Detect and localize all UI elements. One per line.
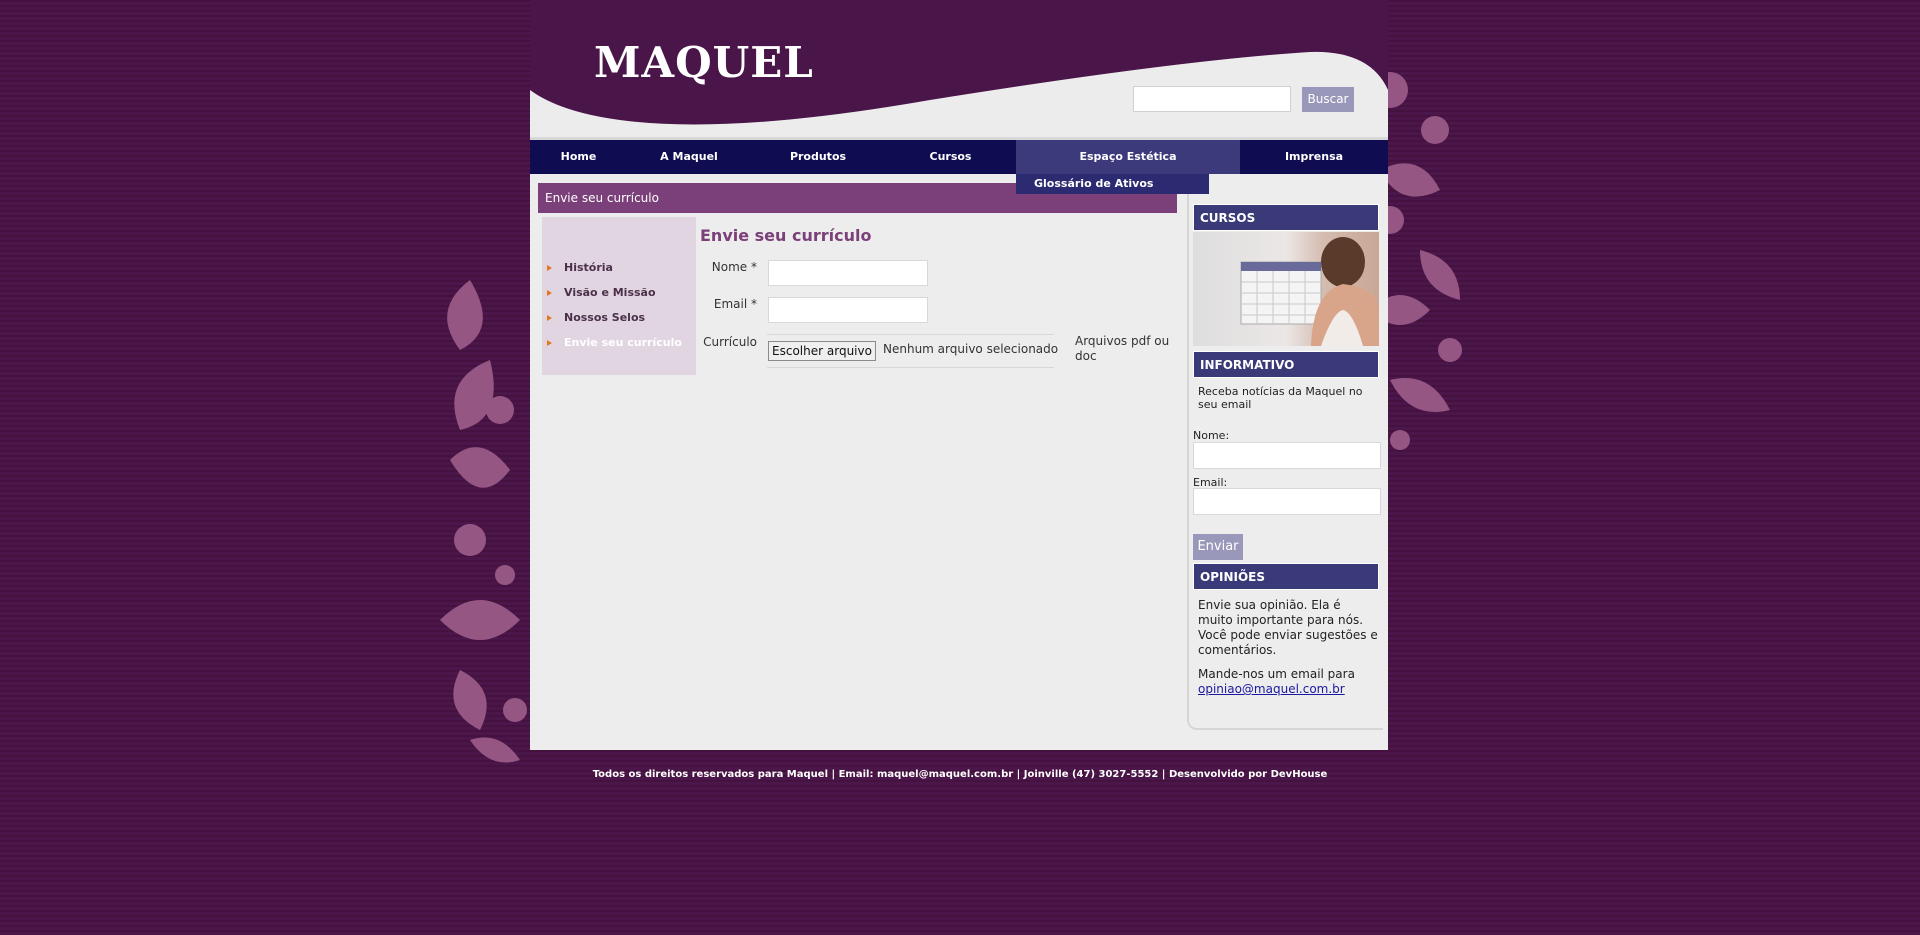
- sidebar: CURSOS INFORMATIVO Receba notícias da Ma…: [1181, 174, 1388, 750]
- nav-item-espaco-estetica[interactable]: Espaço Estética: [1016, 140, 1240, 174]
- nav-item-imprensa[interactable]: Imprensa: [1240, 140, 1388, 174]
- section-nav-item-historia[interactable]: História: [564, 261, 613, 274]
- name-label: Nome *: [711, 260, 757, 274]
- search-button[interactable]: Buscar: [1302, 87, 1354, 112]
- page-container: MAQUEL Buscar Home A Maquel Produtos Cur…: [530, 0, 1388, 750]
- cursos-banner-image[interactable]: [1193, 232, 1379, 346]
- newsletter-name-field[interactable]: [1193, 442, 1381, 469]
- bullet-icon: [547, 315, 552, 321]
- choose-file-button[interactable]: Escolher arquivo: [768, 341, 876, 361]
- newsletter-name-label: Nome:: [1193, 429, 1230, 442]
- section-nav-item-nossos-selos[interactable]: Nossos Selos: [564, 311, 645, 324]
- section-nav: História Visão e Missão Nossos Selos Env…: [542, 217, 696, 375]
- file-hint: Arquivos pdf ou doc: [1075, 334, 1170, 363]
- search-input[interactable]: [1133, 86, 1291, 112]
- file-upload-field: Escolher arquivo Nenhum arquivo selecion…: [767, 334, 1058, 368]
- email-field[interactable]: [768, 297, 928, 323]
- main-nav: Home A Maquel Produtos Cursos Espaço Est…: [530, 140, 1388, 174]
- calendar-icon: [1240, 261, 1322, 325]
- enviar-button[interactable]: Enviar: [1193, 534, 1243, 560]
- opinioes-mail-text: Mande-nos um email para: [1198, 667, 1355, 681]
- nav-item-produtos[interactable]: Produtos: [751, 140, 885, 174]
- opinioes-heading: OPINIÕES: [1193, 563, 1379, 590]
- opinioes-email-link[interactable]: opiniao@maquel.com.br: [1198, 682, 1345, 697]
- section-nav-item-visao-missao[interactable]: Visão e Missão: [564, 286, 656, 299]
- bullet-icon: [547, 340, 552, 346]
- newsletter-email-field[interactable]: [1193, 488, 1381, 515]
- form-title: Envie seu currículo: [700, 226, 872, 245]
- submenu-glossario[interactable]: Glossário de Ativos: [1016, 174, 1209, 194]
- name-field[interactable]: [768, 260, 928, 286]
- section-nav-item-envie-curriculo[interactable]: Envie seu currículo: [564, 336, 682, 349]
- cursos-heading: CURSOS: [1193, 204, 1379, 231]
- nav-item-home[interactable]: Home: [530, 140, 627, 174]
- footer-text: Todos os direitos reservados para Maquel…: [592, 769, 1328, 780]
- content-area: Envie seu currículo História Visão e Mis…: [530, 174, 1388, 750]
- nav-item-a-maquel[interactable]: A Maquel: [627, 140, 751, 174]
- maquel-logo[interactable]: MAQUEL: [594, 38, 814, 87]
- informativo-text: Receba notícias da Maquel no seu email: [1198, 385, 1363, 411]
- informativo-heading: INFORMATIVO: [1193, 351, 1379, 378]
- bullet-icon: [547, 290, 552, 296]
- header: MAQUEL Buscar: [530, 0, 1388, 140]
- email-label: Email *: [713, 297, 757, 311]
- cv-label: Currículo: [703, 335, 757, 349]
- opinioes-text: Envie sua opinião. Ela é muito important…: [1198, 598, 1378, 657]
- file-status: Nenhum arquivo selecionado: [883, 342, 1059, 356]
- nav-item-cursos[interactable]: Cursos: [885, 140, 1016, 174]
- bullet-icon: [547, 265, 552, 271]
